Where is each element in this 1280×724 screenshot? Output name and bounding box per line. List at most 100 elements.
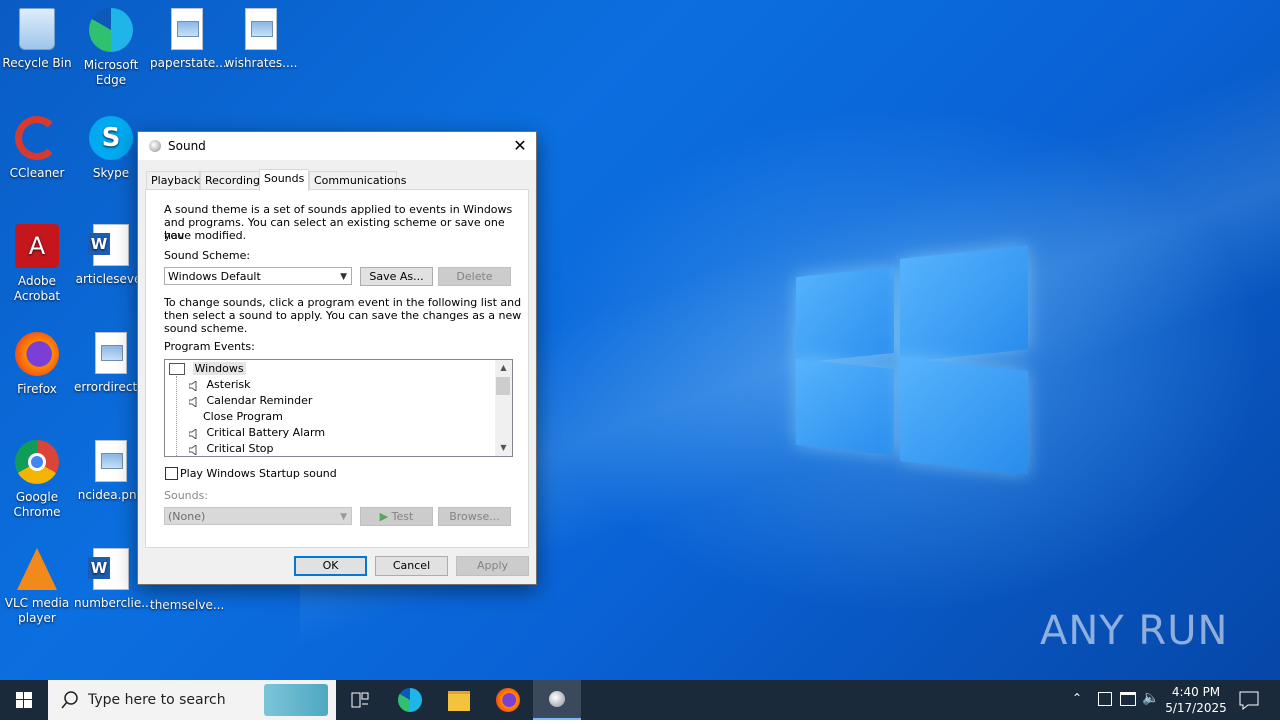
sounds-dropdown[interactable]: (None) ▼ [164,507,352,525]
chrome-icon [15,440,59,484]
list-item-label: Calendar Reminder [206,394,313,407]
test-button-label: Test [391,510,414,523]
delete-button[interactable]: Delete [438,267,511,286]
firefox-icon [496,688,520,712]
taskbar-firefox[interactable] [484,680,532,720]
intro-line-3: have modified. [164,229,247,242]
change-line-3: sound scheme. [164,322,248,335]
sound-scheme-label: Sound Scheme: [164,249,251,262]
startup-sound-checkbox[interactable] [165,467,178,480]
desktop-icon-adobe-acrobat[interactable]: A Adobe Acrobat [0,224,74,304]
sound-scheme-dropdown[interactable]: Windows Default ▼ [164,267,352,285]
image-file-icon [95,440,127,482]
apply-button[interactable]: Apply [456,556,529,576]
scroll-thumb[interactable] [496,377,510,395]
speaker-icon [188,380,197,392]
chevron-down-icon: ▼ [340,272,347,282]
firefox-icon [15,332,59,376]
list-item[interactable]: Critical Battery Alarm [188,425,325,441]
save-as-button[interactable]: Save As... [360,267,433,286]
list-item-label: Critical Stop [206,442,274,455]
desktop-icon-ccleaner[interactable]: CCleaner [0,116,74,181]
list-item-label: Windows [192,362,246,375]
sounds-label: Sounds: [164,489,209,502]
icon-label: ncidea.png [77,488,145,502]
cancel-button[interactable]: Cancel [375,556,448,576]
word-document-icon: W [88,224,129,266]
desktop-icon-vlc[interactable]: VLC media player [0,548,74,626]
dialog-titlebar[interactable]: Sound ✕ [138,132,536,160]
taskbar-file-explorer[interactable] [435,680,483,720]
icon-label: paperstate... [150,56,227,70]
icon-label: Google Chrome [13,490,61,519]
list-item[interactable]: Close Program [203,409,283,425]
speaker-icon [188,444,197,456]
ccleaner-icon [15,116,59,160]
taskbar-edge[interactable] [386,680,434,720]
icon-label: Microsoft Edge [83,58,139,87]
tab-recording[interactable]: Recording [200,171,262,190]
edge-icon [89,8,133,52]
search-placeholder: Type here to search [88,692,226,708]
tab-playback[interactable]: Playback [146,171,200,190]
start-button[interactable] [0,680,48,720]
system-tray: ⌃ 🔈 [1068,680,1159,720]
desktop-icon-firefox[interactable]: Firefox [0,332,74,397]
word-document-icon: W [88,548,129,590]
icon-label: themselve... [150,598,225,612]
task-view-button[interactable] [336,680,384,720]
vlc-icon [17,548,57,590]
notifications-icon [1239,691,1259,711]
ok-button[interactable]: OK [294,556,367,576]
program-events-label: Program Events: [164,340,255,353]
task-view-icon [351,692,369,708]
play-icon: ▶ [379,510,389,523]
icon-label: numberclie... [74,596,153,610]
sound-dialog: Sound ✕ Playback Recording Sounds Commun… [137,131,537,585]
desktop-icon-microsoft-edge[interactable]: Microsoft Edge [74,8,148,88]
clock-time: 4:40 PM [1171,685,1221,699]
taskbar-search-box[interactable]: Type here to search [48,680,336,720]
wired-network-icon[interactable] [1120,692,1136,706]
close-icon[interactable]: ✕ [504,132,536,160]
recycle-bin-icon [19,8,55,50]
folder-icon [448,691,470,711]
desktop-icon-paperstate[interactable]: paperstate... [150,8,227,71]
desktop-icon-recycle-bin[interactable]: Recycle Bin [0,8,74,71]
speaker-app-icon [549,691,565,707]
edge-icon [398,688,422,712]
volume-icon[interactable]: 🔈 [1142,690,1159,706]
icon-label: Adobe Acrobat [13,274,61,303]
list-item[interactable]: Windows [169,361,246,377]
tab-sounds[interactable]: Sounds [259,169,309,191]
scroll-up-icon[interactable]: ▲ [495,360,512,376]
skype-icon: S [89,116,133,160]
taskbar-sound-dialog[interactable] [533,680,581,720]
taskbar-clock[interactable]: 4:40 PM 5/17/2025 [1160,684,1232,716]
events-scrollbar[interactable]: ▲ ▼ [495,360,512,456]
program-events-list[interactable]: Windows Asterisk Calendar Reminder Close… [164,359,513,457]
image-file-icon [95,332,127,374]
icon-label: Firefox [17,382,57,396]
list-item[interactable]: Calendar Reminder [188,393,313,409]
list-item[interactable]: Critical Stop [188,441,274,456]
speaker-icon [188,396,197,408]
action-center-button[interactable] [1232,680,1280,720]
browse-button[interactable]: Browse... [438,507,511,526]
network-icon[interactable] [1098,692,1112,706]
chevron-up-icon[interactable]: ⌃ [1072,691,1082,705]
tab-communications[interactable]: Communications [309,171,406,190]
icon-label: wishrates.... [224,56,298,70]
windows-logo-wallpaper [796,242,1028,478]
speaker-icon [188,428,197,440]
search-icon [61,691,78,709]
icon-label: VLC media player [4,596,70,625]
test-button[interactable]: ▶ Test [360,507,433,526]
desktop-icon-google-chrome[interactable]: Google Chrome [0,440,74,520]
scroll-down-icon[interactable]: ▼ [495,440,512,456]
windows-start-icon [16,692,32,708]
windows-group-icon [169,363,185,375]
list-item[interactable]: Asterisk [188,377,251,393]
startup-sound-label: Play Windows Startup sound [180,467,337,480]
desktop-icon-wishrates[interactable]: wishrates.... [224,8,298,71]
